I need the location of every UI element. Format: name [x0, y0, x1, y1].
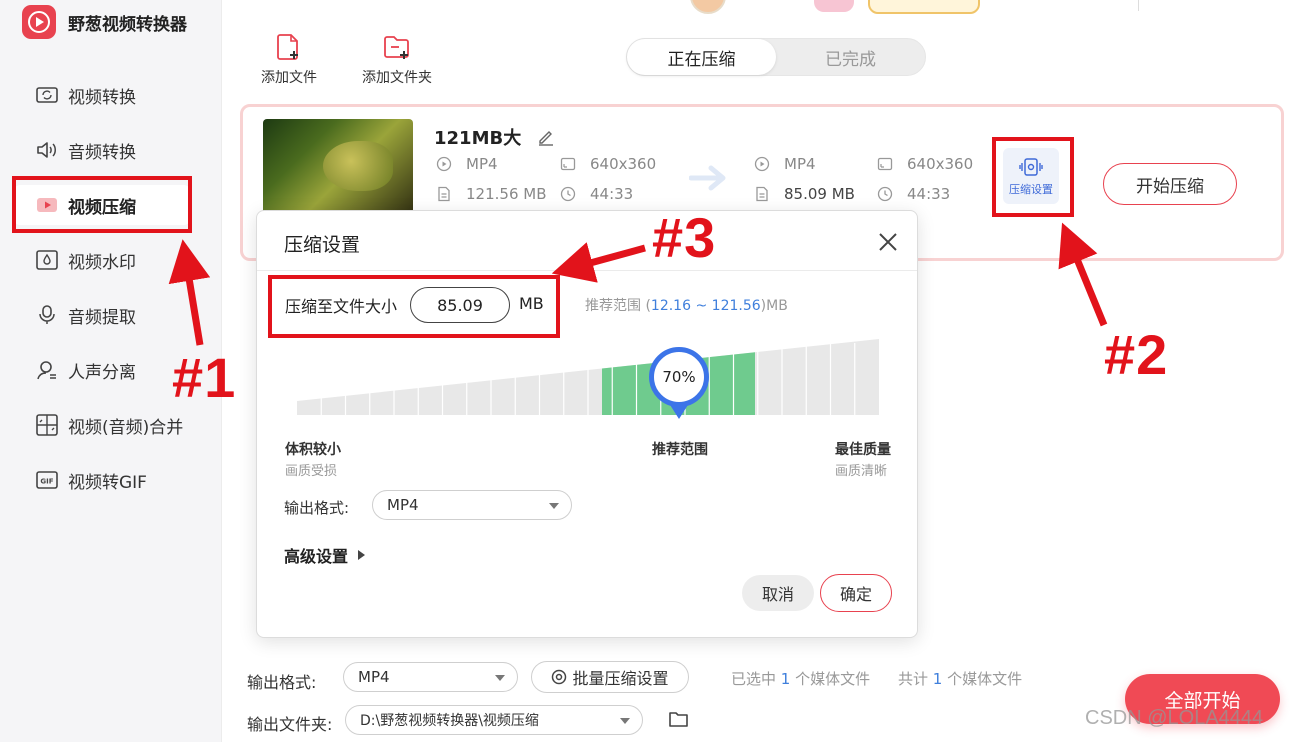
- sidebar-item-label: 音频提取: [68, 307, 136, 328]
- svg-text:GIF: GIF: [40, 478, 53, 486]
- confirm-button[interactable]: 确定: [820, 574, 892, 612]
- app-name: 野葱视频转换器: [68, 14, 187, 35]
- output-folder-label: 输出文件夹:: [247, 715, 333, 734]
- status-tabs: 正在压缩 已完成: [626, 38, 926, 76]
- recommended-range: 推荐范围 (12.16 ~ 121.56)MB: [585, 298, 788, 314]
- close-icon[interactable]: [877, 231, 899, 253]
- annotation-label-3: #3: [652, 206, 717, 269]
- format-icon: [754, 156, 770, 172]
- sidebar-item-label: 音频转换: [68, 142, 136, 163]
- video-convert-icon: [35, 84, 59, 106]
- open-folder-icon[interactable]: [668, 710, 690, 728]
- sidebar-item-label: 视频转换: [68, 87, 136, 108]
- clock-icon: [560, 186, 576, 202]
- gear-icon: [551, 669, 567, 685]
- watermark-icon: [35, 249, 59, 271]
- sidebar-item-watermark[interactable]: 视频水印: [35, 240, 136, 280]
- file-size-icon: [754, 186, 770, 202]
- add-file-label: 添加文件: [261, 70, 317, 86]
- voice-separate-icon: [35, 359, 59, 381]
- upgrade-button[interactable]: [868, 0, 980, 14]
- convert-arrow-icon: [688, 163, 729, 193]
- sidebar-item-video-convert[interactable]: 视频转换: [35, 75, 136, 115]
- sidebar-item-label: 人声分离: [68, 362, 136, 383]
- add-folder-label: 添加文件夹: [362, 70, 432, 86]
- video-thumbnail[interactable]: [263, 119, 413, 219]
- file-size-icon: [436, 186, 452, 202]
- add-file-icon: [276, 33, 302, 61]
- best-quality-title: 最佳质量: [835, 442, 891, 458]
- sidebar-item-voice-separate[interactable]: 人声分离: [35, 350, 136, 390]
- edit-name-icon[interactable]: [537, 128, 555, 146]
- recommended-title: 推荐范围: [652, 442, 708, 458]
- add-folder-button[interactable]: 添加文件夹: [362, 33, 432, 87]
- batch-compress-settings-button[interactable]: 批量压缩设置: [531, 661, 689, 693]
- slider-handle[interactable]: 70%: [646, 347, 712, 427]
- cancel-button[interactable]: 取消: [742, 575, 814, 611]
- output-folder-select[interactable]: D:\野葱视频转换器\视频压缩: [345, 705, 643, 735]
- dialog-divider: [257, 270, 917, 271]
- chevron-down-icon: [620, 718, 630, 724]
- small-size-title: 体积较小: [285, 442, 341, 458]
- chevron-down-icon: [495, 675, 505, 681]
- quality-slider[interactable]: [297, 339, 879, 425]
- slider-percent: 70%: [649, 347, 709, 407]
- total-count: 共计 1 个媒体文件: [898, 670, 1023, 688]
- small-size-sub: 画质受损: [285, 464, 338, 479]
- best-quality-sub: 画质清晰: [835, 464, 888, 479]
- vip-badge-icon: [814, 0, 854, 12]
- audio-convert-icon: [35, 139, 59, 161]
- source-duration: 44:33: [560, 185, 633, 203]
- chevron-down-icon: [549, 503, 559, 509]
- sidebar-item-gif[interactable]: GIF 视频转GIF: [35, 460, 147, 500]
- output-format-select[interactable]: MP4: [372, 490, 572, 520]
- file-name-text: 121MB大: [434, 128, 522, 149]
- annotation-box-1: [12, 176, 192, 233]
- selected-count: 已选中 1 个媒体文件: [731, 670, 871, 688]
- tab-compressing[interactable]: 正在压缩: [627, 39, 776, 75]
- app-logo-icon: [22, 5, 56, 39]
- target-format: MP4: [754, 155, 816, 173]
- source-format: MP4: [436, 155, 498, 173]
- sidebar-item-label: 视频(音频)合并: [68, 417, 184, 438]
- sidebar-item-label: 视频水印: [68, 252, 136, 273]
- target-duration: 44:33: [877, 185, 950, 203]
- header-divider: [1138, 0, 1139, 11]
- gif-icon: GIF: [35, 469, 59, 491]
- resolution-icon: [877, 156, 893, 172]
- merge-icon: [35, 414, 59, 436]
- tab-completed[interactable]: 已完成: [776, 39, 925, 75]
- add-file-button[interactable]: 添加文件: [261, 33, 317, 87]
- audio-extract-icon: [35, 304, 59, 326]
- avatar[interactable]: [690, 0, 726, 14]
- format-icon: [436, 156, 452, 172]
- annotation-box-2: [992, 137, 1074, 217]
- target-size: 85.09 MB: [754, 185, 855, 203]
- output-format-label: 输出格式:: [284, 499, 350, 517]
- watermark: CSDN @LOLA4444: [1085, 707, 1264, 729]
- sidebar-item-merge[interactable]: 视频(音频)合并: [35, 405, 183, 445]
- clock-icon: [877, 186, 893, 202]
- source-size: 121.56 MB: [436, 185, 547, 203]
- annotation-box-3: [268, 275, 560, 338]
- dialog-title: 压缩设置: [284, 234, 361, 256]
- bottom-format-select[interactable]: MP4: [343, 662, 518, 692]
- annotation-label-2: #2: [1104, 323, 1169, 386]
- file-name: 121MB大: [434, 124, 555, 150]
- top-header-partial: [690, 0, 1139, 14]
- app-brand: 野葱视频转换器: [22, 5, 187, 39]
- source-resolution: 640x360: [560, 155, 656, 173]
- sidebar-item-audio-convert[interactable]: 音频转换: [35, 130, 136, 170]
- add-folder-icon: [384, 33, 410, 61]
- chevron-right-icon: [358, 550, 366, 560]
- start-compress-button[interactable]: 开始压缩: [1103, 163, 1237, 205]
- annotation-label-1: #1: [172, 346, 237, 409]
- sidebar-item-audio-extract[interactable]: 音频提取: [35, 295, 136, 335]
- target-resolution: 640x360: [877, 155, 973, 173]
- sidebar-item-label: 视频转GIF: [68, 472, 147, 493]
- bottom-format-label: 输出格式:: [247, 673, 317, 692]
- advanced-settings-toggle[interactable]: 高级设置: [284, 543, 366, 567]
- resolution-icon: [560, 156, 576, 172]
